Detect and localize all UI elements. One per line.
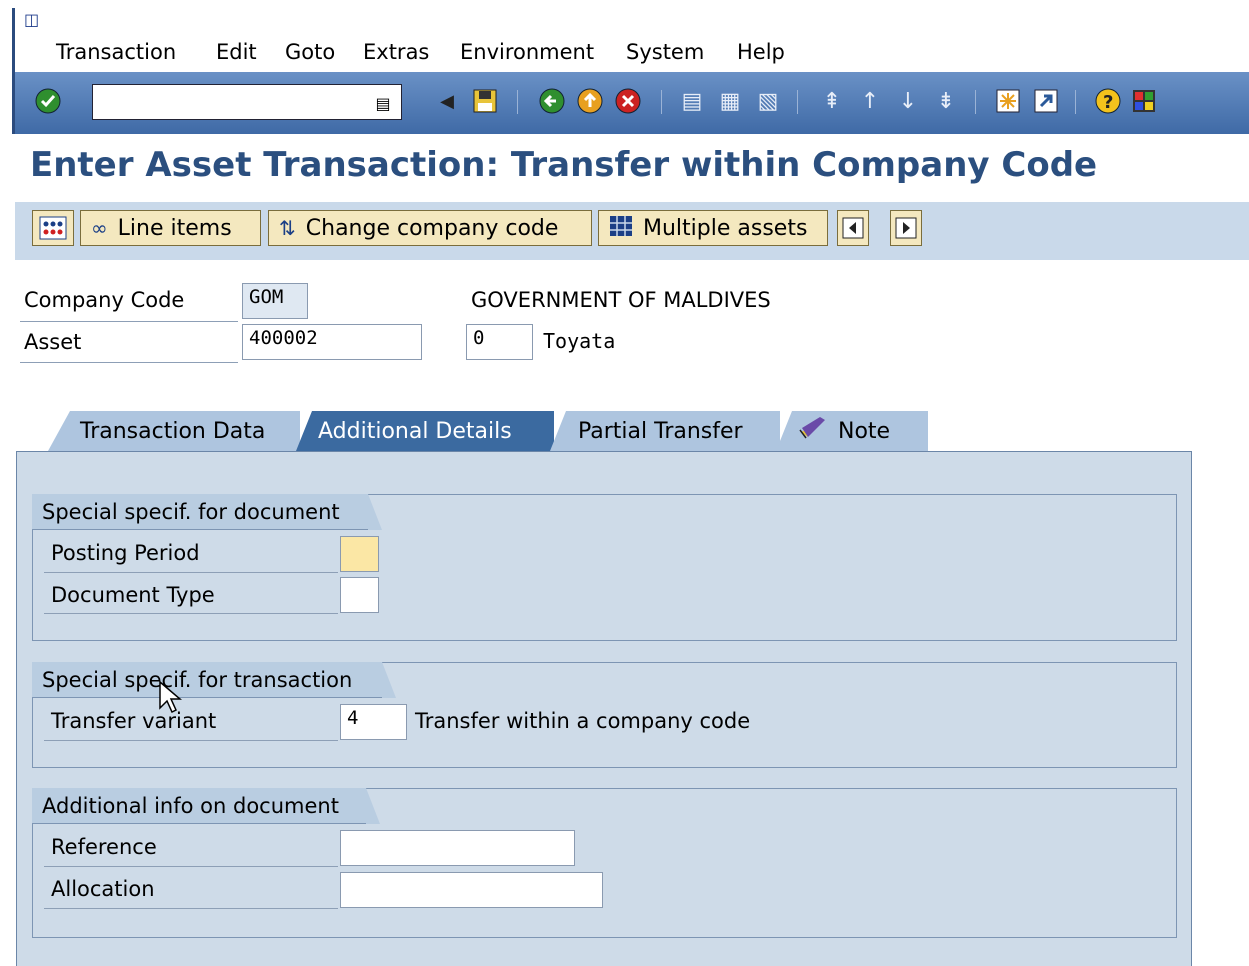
next-asset-button[interactable] <box>890 210 922 246</box>
find-next-icon[interactable]: ▧ <box>753 86 783 116</box>
collapse-command-icon[interactable]: ◀ <box>432 86 462 116</box>
table-icon <box>609 215 633 242</box>
mouse-cursor-icon <box>158 680 183 722</box>
asset-label: Asset <box>24 330 82 354</box>
menu-transaction[interactable]: Transaction <box>56 40 176 64</box>
menu-environment[interactable]: Environment <box>460 40 594 64</box>
change-company-code-button[interactable]: ⇅ Change company code <box>268 210 592 246</box>
tab-partial-transfer[interactable]: Partial Transfer <box>550 411 780 451</box>
tab-additional-details[interactable]: Additional Details <box>296 411 554 451</box>
first-page-icon[interactable]: ⇞ <box>817 86 847 116</box>
tab-note[interactable]: Note <box>776 411 928 451</box>
structure-button[interactable] <box>32 210 74 246</box>
glasses-icon: ∞ <box>91 216 108 240</box>
change-icon: ⇅ <box>279 216 296 240</box>
asset-description-text: Toyata <box>543 329 616 353</box>
menu-help[interactable]: Help <box>737 40 785 64</box>
line-items-label: Line items <box>117 215 232 241</box>
reference-field[interactable] <box>340 830 575 866</box>
transfer-variant-field[interactable]: 4 <box>340 704 407 740</box>
pencil-icon <box>798 416 828 446</box>
menu-system[interactable]: System <box>626 40 704 64</box>
exit-icon[interactable] <box>575 86 605 116</box>
asset-subnumber-field[interactable]: 0 <box>466 324 533 360</box>
enter-icon[interactable] <box>33 86 63 116</box>
asset-number-field[interactable]: 400002 <box>242 324 422 360</box>
command-field[interactable] <box>92 84 402 120</box>
allocation-field[interactable] <box>340 872 603 908</box>
menu-goto[interactable]: Goto <box>285 40 335 64</box>
cancel-icon[interactable] <box>613 86 643 116</box>
last-page-icon[interactable]: ⇟ <box>931 86 961 116</box>
previous-asset-button[interactable] <box>837 210 869 246</box>
allocation-label: Allocation <box>51 877 155 901</box>
print-icon[interactable]: ▤ <box>677 86 707 116</box>
new-session-icon[interactable] <box>993 86 1023 116</box>
layout-icon[interactable] <box>1129 86 1159 116</box>
multiple-assets-label: Multiple assets <box>643 215 808 241</box>
line-items-button[interactable]: ∞ Line items <box>80 210 261 246</box>
tab-partial-transfer-label: Partial Transfer <box>578 418 743 444</box>
menu-extras[interactable]: Extras <box>363 40 429 64</box>
menu-edit[interactable]: Edit <box>216 40 257 64</box>
transfer-variant-label: Transfer variant <box>51 709 217 733</box>
transfer-variant-description: Transfer within a company code <box>415 709 751 733</box>
tab-additional-details-label: Additional Details <box>318 418 512 444</box>
multiple-assets-button[interactable]: Multiple assets <box>598 210 828 246</box>
transaction-group-title: Special specif. for transaction <box>32 662 396 698</box>
save-icon[interactable] <box>470 86 500 116</box>
shortcut-icon[interactable] <box>1031 86 1061 116</box>
system-menu-icon[interactable]: ◫ <box>24 10 39 29</box>
back-icon[interactable] <box>537 86 567 116</box>
posting-period-label: Posting Period <box>51 541 200 565</box>
svg-text:?: ? <box>1103 92 1113 113</box>
company-name-text: GOVERNMENT OF MALDIVES <box>471 288 771 312</box>
help-icon[interactable]: ? <box>1093 86 1123 116</box>
document-type-field[interactable] <box>340 577 379 613</box>
reference-label: Reference <box>51 835 157 859</box>
posting-period-field[interactable] <box>340 536 379 572</box>
company-code-label: Company Code <box>24 288 185 312</box>
tab-transaction-data[interactable]: Transaction Data <box>48 411 300 451</box>
company-code-field: GOM <box>242 283 308 319</box>
tab-transaction-data-label: Transaction Data <box>80 418 266 444</box>
tab-note-label: Note <box>838 418 891 444</box>
change-company-code-label: Change company code <box>305 215 559 241</box>
next-page-icon[interactable]: ↓ <box>893 86 923 116</box>
additional-info-group-title: Additional info on document <box>32 788 380 824</box>
document-group-title: Special specif. for document <box>32 494 382 530</box>
find-icon[interactable]: ▦ <box>715 86 745 116</box>
command-history-icon[interactable]: ▤ <box>368 88 398 118</box>
page-title: Enter Asset Transaction: Transfer within… <box>30 145 1098 185</box>
previous-page-icon[interactable]: ↑ <box>855 86 885 116</box>
document-type-label: Document Type <box>51 583 215 607</box>
